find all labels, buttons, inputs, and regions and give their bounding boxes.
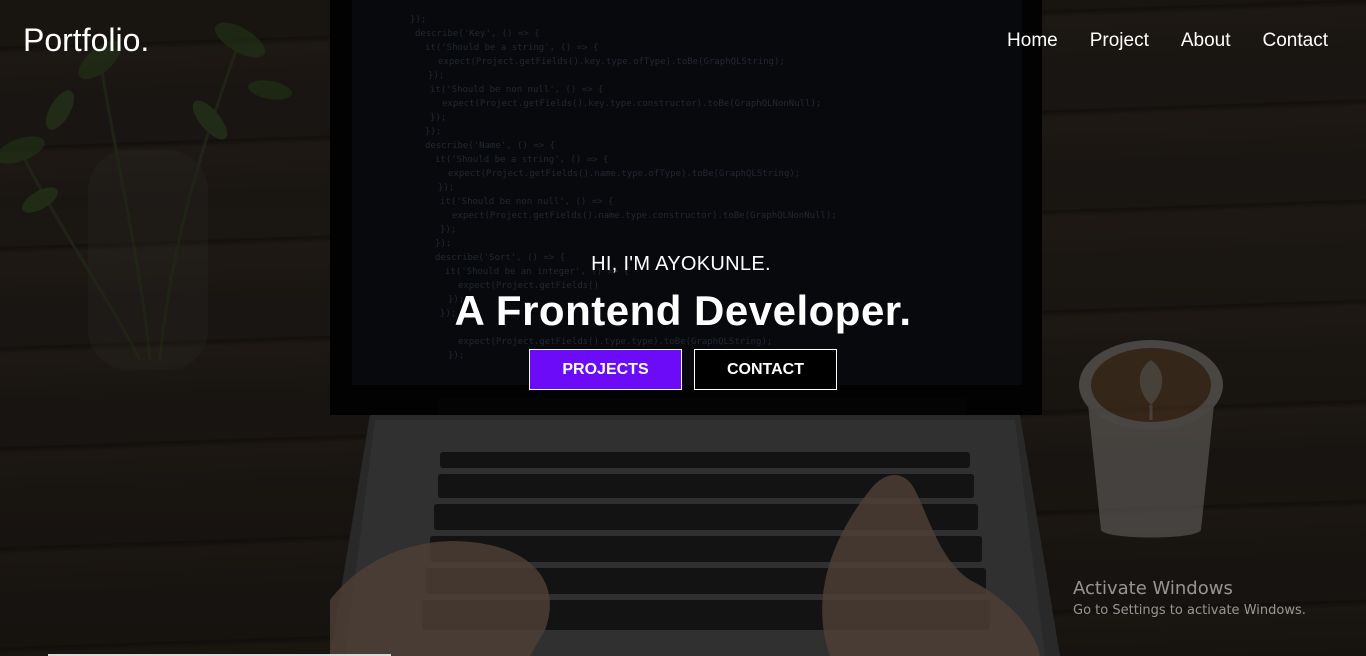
projects-button[interactable]: PROJECTS [529,349,682,390]
site-logo[interactable]: Portfolio. [23,22,149,59]
watermark-subtitle: Go to Settings to activate Windows. [1073,603,1306,618]
hero-headline: A Frontend Developer. [454,287,912,334]
nav-link-home[interactable]: Home [1007,30,1058,52]
watermark-title: Activate Windows [1073,578,1233,599]
contact-button[interactable]: CONTACT [694,349,837,390]
nav-link-about[interactable]: About [1181,30,1231,52]
hero-content: HI, I'M AYOKUNLE. A Frontend Developer. … [0,253,1366,390]
hero-section: }); describe('Key', () => { it('Should b… [0,0,1366,656]
hero-buttons: PROJECTS CONTACT [0,349,1366,390]
nav-link-contact[interactable]: Contact [1263,30,1328,52]
top-navbar: Portfolio. Home Project About Contact [0,0,1366,80]
nav-link-project[interactable]: Project [1090,30,1149,52]
activate-windows-watermark: Activate Windows Go to Settings to activ… [1073,578,1306,618]
nav-menu: Home Project About Contact [975,30,1328,52]
hero-greeting: HI, I'M AYOKUNLE. [591,253,771,275]
